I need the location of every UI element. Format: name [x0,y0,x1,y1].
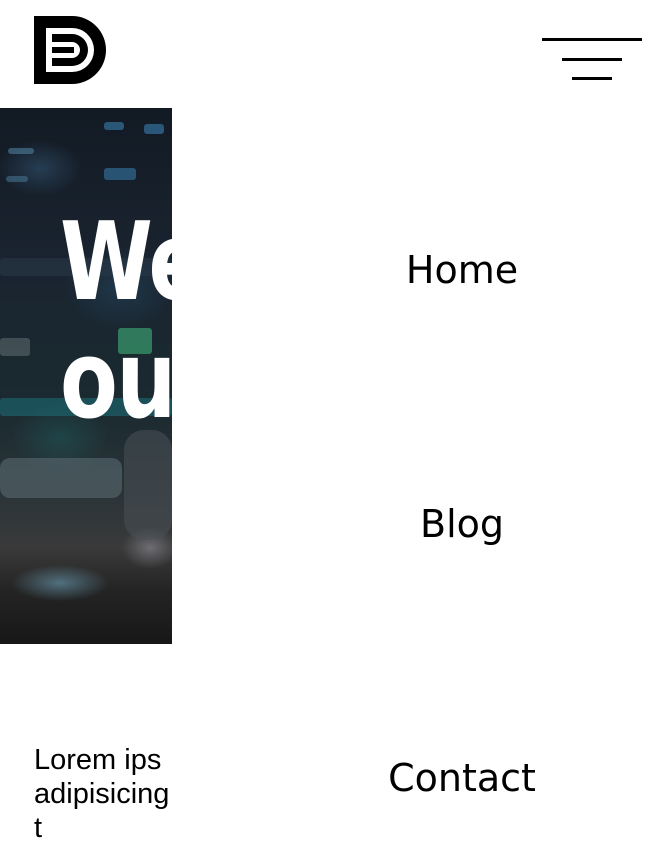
nav-menu-overlay: Home Blog Contact [290,108,634,826]
hero-banner: We ou [0,108,172,644]
logo-icon [34,16,106,84]
intro-line-3: t [34,812,43,844]
intro-line-2: adipisicing [34,778,170,810]
nav-item-home[interactable]: Home [290,248,634,292]
intro-paragraph: Lorem ips adipisicing t [34,743,172,845]
hero-title: We ou [60,204,172,440]
nav-item-contact[interactable]: Contact [290,756,634,800]
hero-title-line-2: ou [60,318,172,443]
logo-link[interactable] [34,16,108,84]
intro-line-1: Lorem ips [34,744,162,776]
nav-item-blog[interactable]: Blog [290,502,634,546]
site-header [0,0,672,108]
hero-title-line-1: We [60,200,172,325]
hamburger-menu-button[interactable] [540,36,644,84]
